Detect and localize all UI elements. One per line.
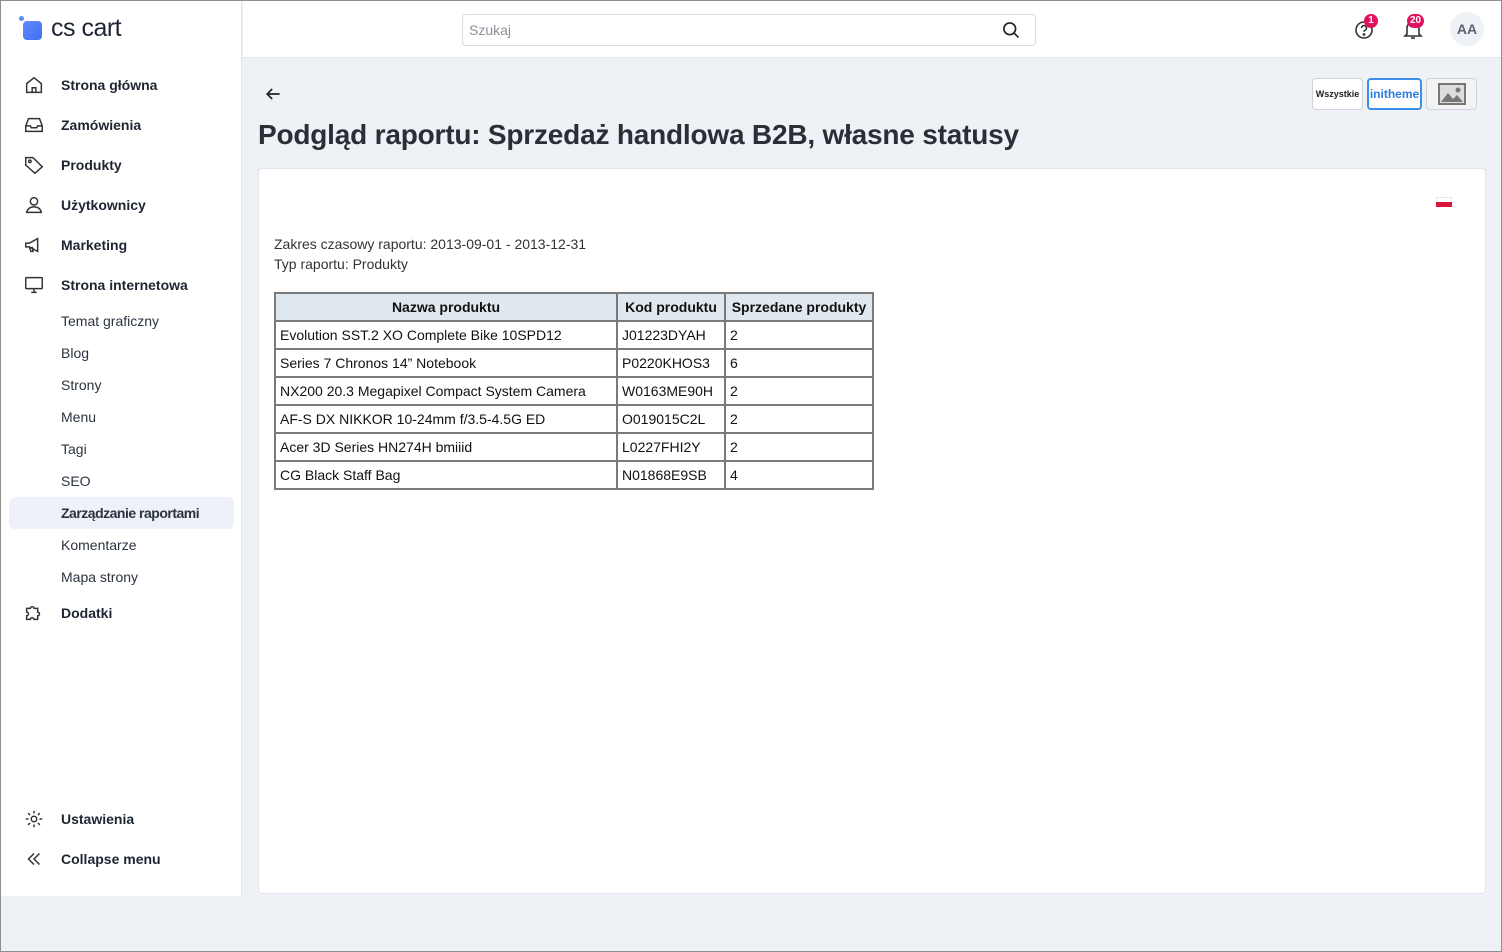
template-initheme-button[interactable]: initheme [1367,78,1422,110]
logo-mark-icon [19,16,43,40]
search-input[interactable] [463,15,983,45]
sidebar-subitem-menu[interactable]: Menu [9,401,234,433]
sidebar-item-label: Użytkownicy [61,197,146,213]
product-code-cell: J01223DYAH [616,320,726,350]
sold-count-cell: 6 [724,348,874,378]
product-code-cell: P0220KHOS3 [616,348,726,378]
product-name-cell: Evolution SST.2 XO Complete Bike 10SPD12 [274,320,618,350]
initheme-label: initheme [1369,87,1420,101]
search-box [462,14,1036,46]
report-meta: Zakres czasowy raportu: 2013-09-01 - 201… [274,234,586,274]
sidebar-item-addons[interactable]: Dodatki [9,593,234,633]
product-name-cell: Acer 3D Series HN274H bmiiid [274,432,618,462]
table-header-row: Nazwa produktu Kod produktu Sprzedane pr… [274,292,874,322]
inbox-icon [25,117,43,133]
logo-text: cs cart [51,13,122,42]
sidebar-subitem-sitemap[interactable]: Mapa strony [9,561,234,593]
collapse-menu-button[interactable]: Collapse menu [9,839,234,879]
product-code-cell: L0227FHI2Y [616,432,726,462]
top-bar: 1 20 AA [243,1,1501,58]
page-title: Podgląd raportu: Sprzedaż handlowa B2B, … [258,119,1019,150]
product-name-cell: NX200 20.3 Megapixel Compact System Came… [274,376,618,406]
help-badge: 1 [1364,14,1378,28]
sidebar-item-label: Produkty [61,157,122,173]
column-header: Sprzedane produkty [724,292,874,322]
tag-icon [25,156,44,175]
sidebar-item-settings[interactable]: Ustawienia [9,799,234,839]
column-header: Kod produktu [616,292,726,322]
report-table: Nazwa produktu Kod produktu Sprzedane pr… [274,292,874,490]
sidebar-subitem-tags[interactable]: Tagi [9,433,234,465]
flag-pl-icon[interactable] [1436,197,1452,207]
sidebar: cs cart Strona główna Zamówienia Produkt… [1,1,242,896]
sidebar-subitem-seo[interactable]: SEO [9,465,234,497]
sidebar-item-label: Marketing [61,237,128,253]
sold-count-cell: 2 [724,404,874,434]
sidebar-item-marketing[interactable]: Marketing [9,225,234,265]
sidebar-item-website[interactable]: Strona internetowa [9,265,234,305]
table-row: Acer 3D Series HN274H bmiiid L0227FHI2Y … [274,432,874,462]
search-icon[interactable] [1001,20,1021,40]
sidebar-item-label: Dodatki [61,605,113,621]
avatar[interactable]: AA [1450,12,1484,46]
home-icon [25,76,43,94]
sold-count-cell: 2 [724,320,874,350]
table-row: NX200 20.3 Megapixel Compact System Came… [274,376,874,406]
sold-count-cell: 2 [724,376,874,406]
sidebar-item-label: Zamówienia [61,117,142,133]
sidebar-subitem-pages[interactable]: Strony [9,369,234,401]
sidebar-subitem-reports[interactable]: Zarządzanie raportami [9,497,234,529]
sidebar-subitem-blog[interactable]: Blog [9,337,234,369]
image-icon [1437,83,1466,105]
table-row: Series 7 Chronos 14” Notebook P0220KHOS3… [274,348,874,378]
back-arrow-icon[interactable] [263,84,283,104]
product-code-cell: W0163ME90H [616,376,726,406]
double-chevron-left-icon [27,852,41,866]
main-nav: Strona główna Zamówienia Produkty Użytko… [9,65,234,633]
table-row: CG Black Staff Bag N01868E9SB 4 [274,460,874,490]
template-switcher: Wszystkie initheme [1312,78,1477,110]
report-type: Typ raportu: Produkty [274,256,408,272]
table-row: Evolution SST.2 XO Complete Bike 10SPD12… [274,320,874,350]
help-button[interactable]: 1 [1352,14,1378,41]
sidebar-item-label: Strona internetowa [61,277,188,293]
template-all-button[interactable]: Wszystkie [1312,78,1363,110]
report-period: Zakres czasowy raportu: 2013-09-01 - 201… [274,236,587,252]
product-code-cell: N01868E9SB [616,460,726,490]
sidebar-item-label: Ustawienia [61,811,135,827]
notifications-badge: 20 [1407,14,1425,28]
sidebar-item-products[interactable]: Produkty [9,145,234,185]
sidebar-item-label: Strona główna [61,77,158,93]
report-panel: Zakres czasowy raportu: 2013-09-01 - 201… [258,168,1486,894]
sidebar-subitem-theme[interactable]: Temat graficzny [9,305,234,337]
sidebar-subitem-comments[interactable]: Komentarze [9,529,234,561]
sidebar-item-label: Collapse menu [61,851,161,867]
gear-icon [25,810,43,828]
product-code-cell: O019015C2L [616,404,726,434]
column-header: Nazwa produktu [274,292,618,322]
logo[interactable]: cs cart [19,13,122,43]
product-name-cell: Series 7 Chronos 14” Notebook [274,348,618,378]
product-name-cell: CG Black Staff Bag [274,460,618,490]
user-icon [25,196,43,214]
sidebar-item-users[interactable]: Użytkownicy [9,185,234,225]
sold-count-cell: 2 [724,432,874,462]
monitor-icon [25,276,43,294]
megaphone-icon [25,237,39,253]
sidebar-bottom: Ustawienia Collapse menu [9,799,234,879]
product-name-cell: AF-S DX NIKKOR 10-24mm f/3.5-4.5G ED [274,404,618,434]
notifications-button[interactable]: 20 [1401,14,1425,41]
sidebar-item-home[interactable]: Strona główna [9,65,234,105]
template-image-button[interactable] [1426,78,1477,110]
table-row: AF-S DX NIKKOR 10-24mm f/3.5-4.5G ED O01… [274,404,874,434]
puzzle-icon [25,605,41,621]
sold-count-cell: 4 [724,460,874,490]
sidebar-item-orders[interactable]: Zamówienia [9,105,234,145]
